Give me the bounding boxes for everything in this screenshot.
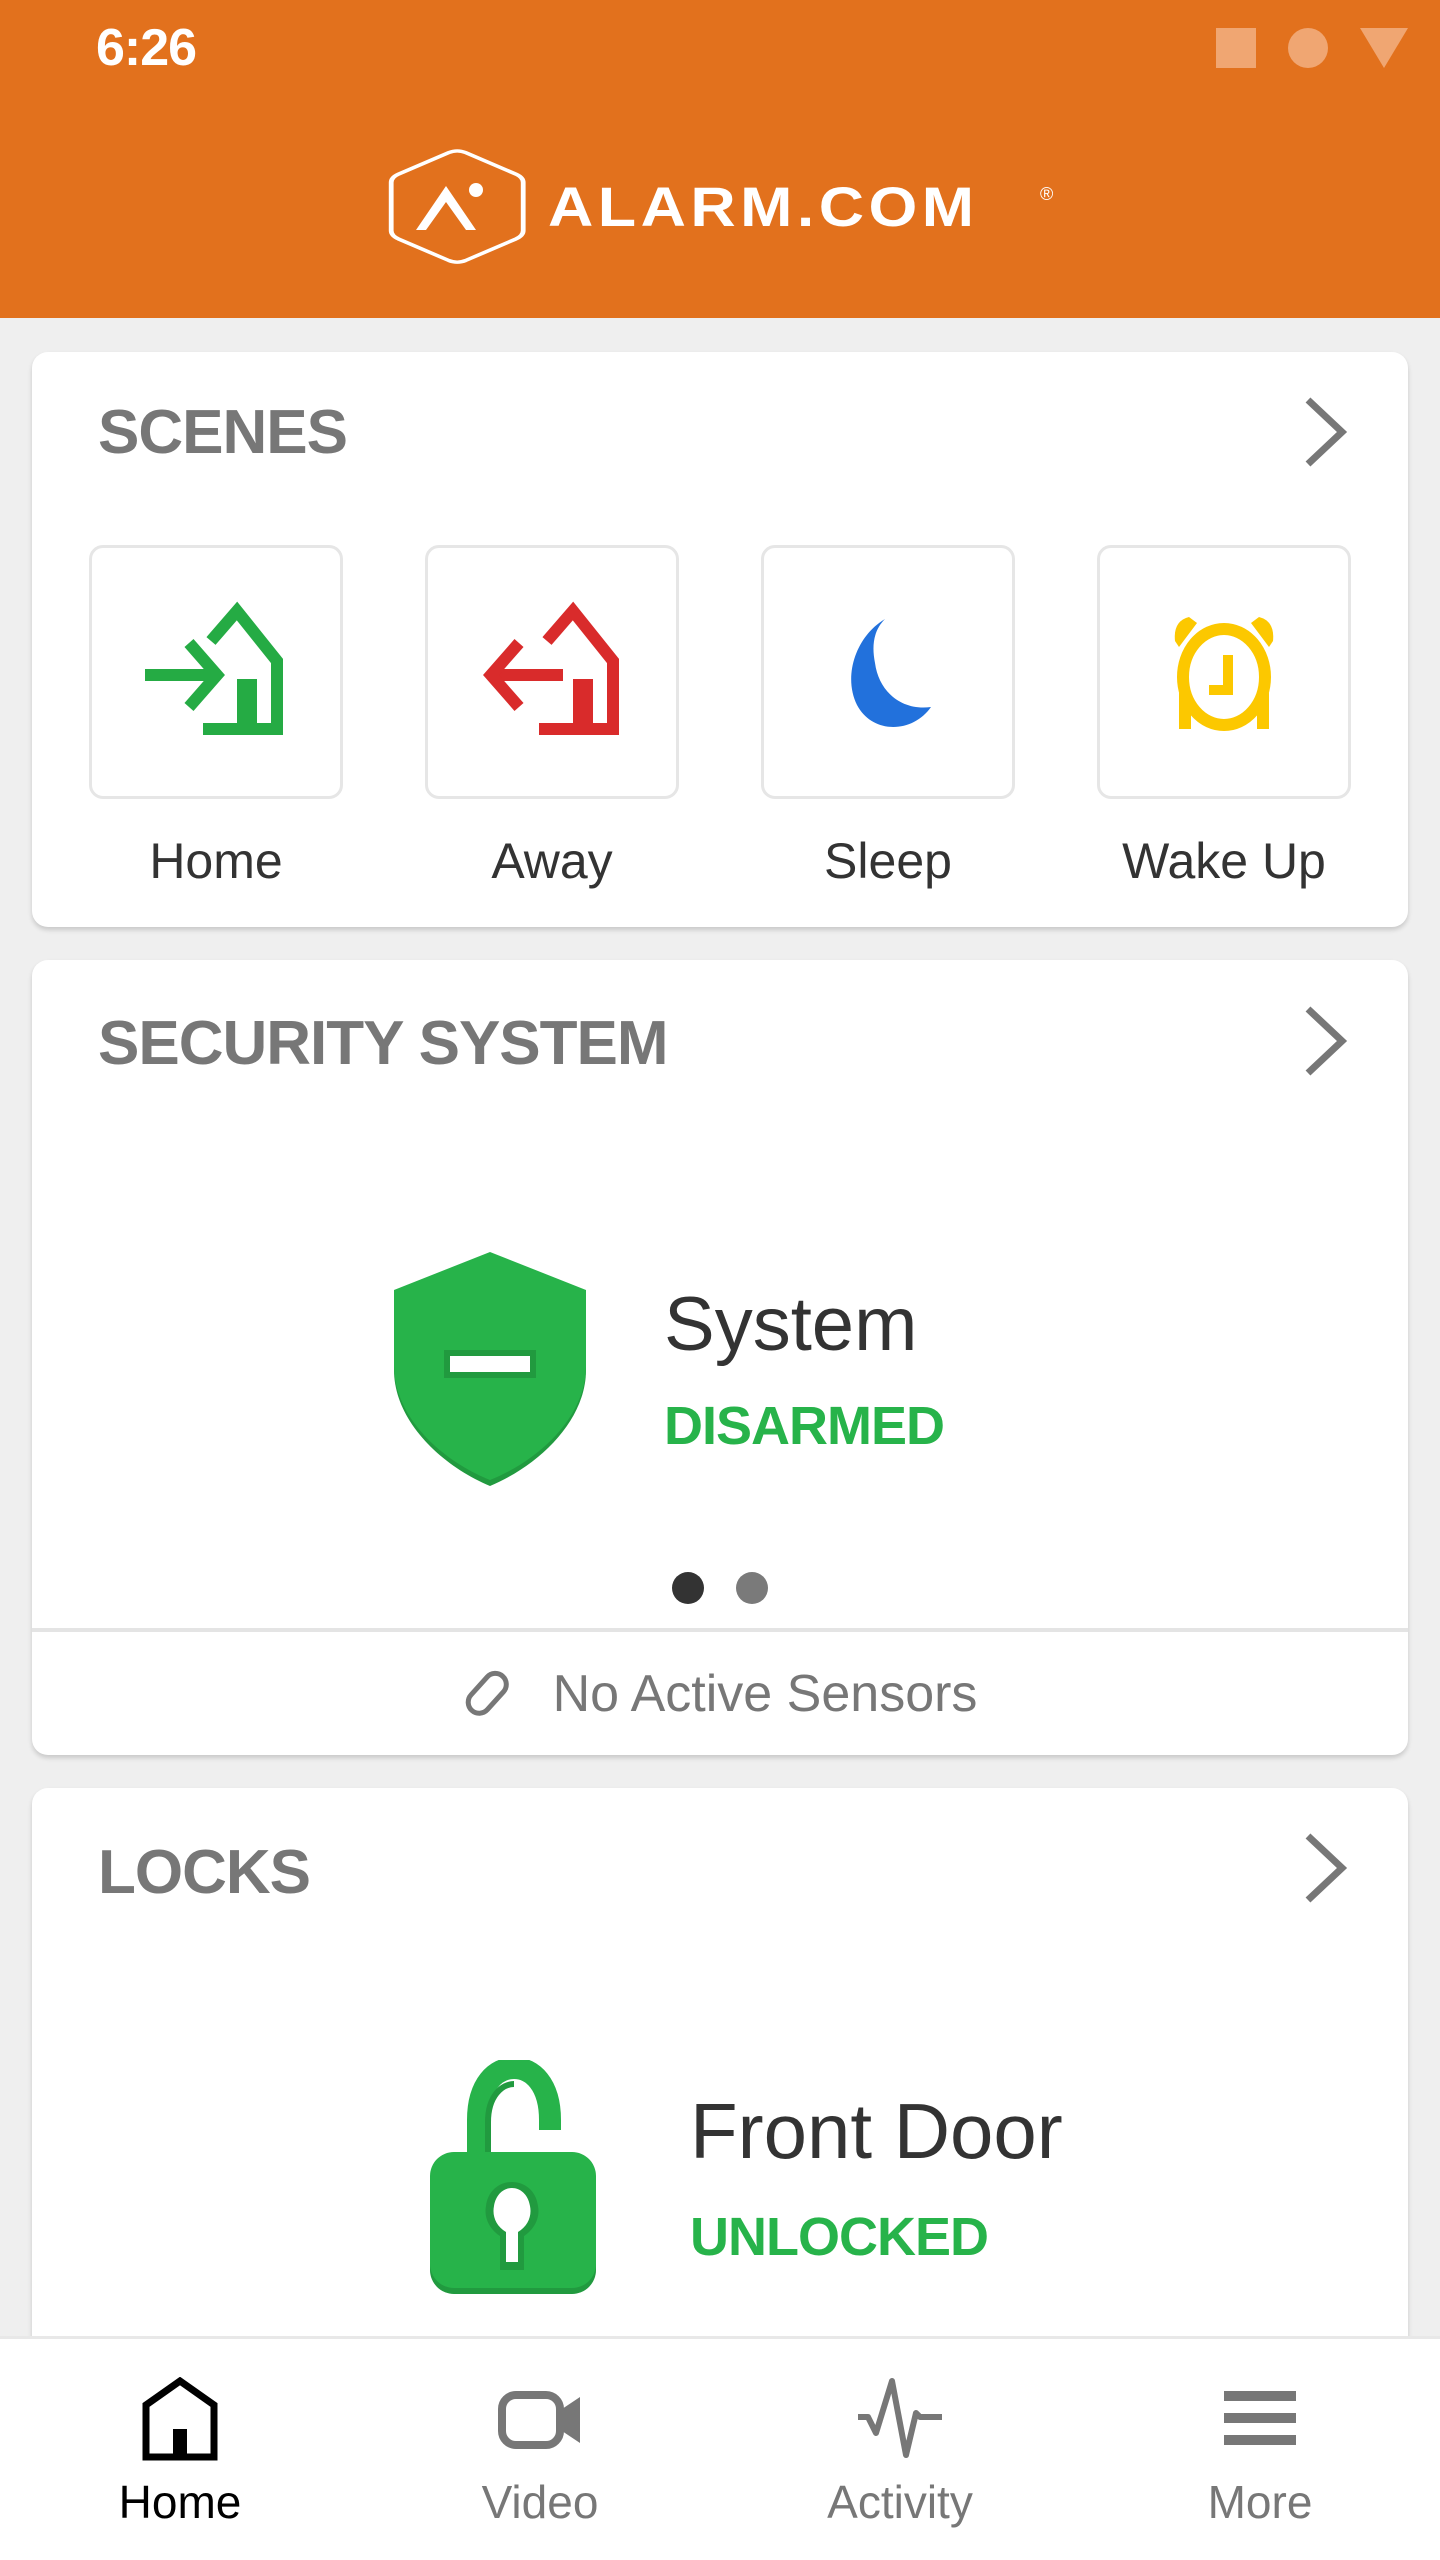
security-status[interactable]: System DISARMED bbox=[390, 1250, 945, 1490]
page-indicator bbox=[672, 1572, 768, 1604]
security-status-value: DISARMED bbox=[664, 1396, 945, 1456]
scene-away-button[interactable] bbox=[425, 545, 679, 799]
arrive-home-icon bbox=[145, 601, 283, 735]
nav-more-label: More bbox=[1207, 2476, 1313, 2528]
nav-activity-label: Activity bbox=[827, 2476, 973, 2528]
brand-name: ALARM.COM bbox=[548, 175, 979, 238]
active-sensors-row[interactable]: No Active Sensors bbox=[32, 1632, 1408, 1755]
nav-home-label: Home bbox=[118, 2476, 242, 2528]
scene-wakeup-button[interactable] bbox=[1097, 545, 1351, 799]
alarm-logo-icon bbox=[388, 149, 526, 264]
lock-name: Front Door bbox=[690, 2087, 1063, 2175]
page-dot-inactive[interactable] bbox=[736, 1572, 768, 1604]
square-icon bbox=[1216, 28, 1256, 68]
page-dot-active[interactable] bbox=[672, 1572, 704, 1604]
moon-icon bbox=[851, 619, 931, 727]
chevron-right-icon[interactable] bbox=[1302, 1832, 1350, 1904]
locks-card: LOCKS Front Door UNLOCKED bbox=[32, 1788, 1408, 2408]
scene-sleep-label: Sleep bbox=[824, 833, 952, 889]
scene-sleep-button[interactable] bbox=[761, 545, 1015, 799]
brand-logo: ALARM.COM ® bbox=[386, 148, 1053, 266]
security-system-name: System bbox=[664, 1282, 918, 1367]
triangle-icon bbox=[1360, 28, 1408, 68]
status-bar-time: 6:26 bbox=[96, 19, 197, 77]
nav-home[interactable]: Home bbox=[0, 2339, 360, 2560]
unlocked-padlock-icon bbox=[430, 2060, 596, 2294]
registered-mark: ® bbox=[1040, 184, 1054, 204]
nav-video-label: Video bbox=[481, 2476, 599, 2528]
security-system-card: SECURITY SYSTEM System DISARMED No Activ… bbox=[32, 960, 1408, 1755]
scenes-title: SCENES bbox=[98, 398, 348, 467]
scene-away-label: Away bbox=[491, 833, 613, 889]
status-bar-icons bbox=[1216, 28, 1408, 68]
nav-more[interactable]: More bbox=[1080, 2339, 1440, 2560]
bottom-navigation: Home Video Activity More bbox=[0, 2336, 1440, 2560]
lock-status-value: UNLOCKED bbox=[690, 2207, 989, 2267]
app-header: 6:26 ALARM.COM ® bbox=[0, 0, 1440, 318]
leave-home-icon bbox=[483, 601, 619, 735]
scene-home-button[interactable] bbox=[89, 545, 343, 799]
chevron-right-icon[interactable] bbox=[1302, 1005, 1350, 1077]
nav-activity[interactable]: Activity bbox=[720, 2339, 1080, 2560]
home-icon bbox=[142, 2377, 218, 2461]
scenes-card: SCENES Home Away Sleep Wake Up bbox=[32, 352, 1408, 927]
lock-front-door[interactable]: Front Door UNLOCKED bbox=[428, 2060, 1063, 2296]
scene-wakeup-label: Wake Up bbox=[1122, 833, 1326, 889]
circle-icon bbox=[1288, 28, 1328, 68]
scene-home-label: Home bbox=[149, 833, 283, 889]
locks-title: LOCKS bbox=[98, 1838, 311, 1907]
nav-video[interactable]: Video bbox=[360, 2339, 720, 2560]
security-system-title: SECURITY SYSTEM bbox=[98, 1009, 669, 1078]
sensor-icon bbox=[465, 1670, 509, 1716]
sensors-status-text: No Active Sensors bbox=[552, 1664, 978, 1723]
menu-icon bbox=[1224, 2391, 1296, 2445]
alarm-clock-icon bbox=[1174, 617, 1274, 731]
activity-pulse-icon bbox=[858, 2378, 942, 2458]
chevron-right-icon[interactable] bbox=[1302, 396, 1350, 468]
shield-disarmed-icon bbox=[394, 1252, 586, 1486]
video-camera-icon bbox=[498, 2391, 580, 2449]
